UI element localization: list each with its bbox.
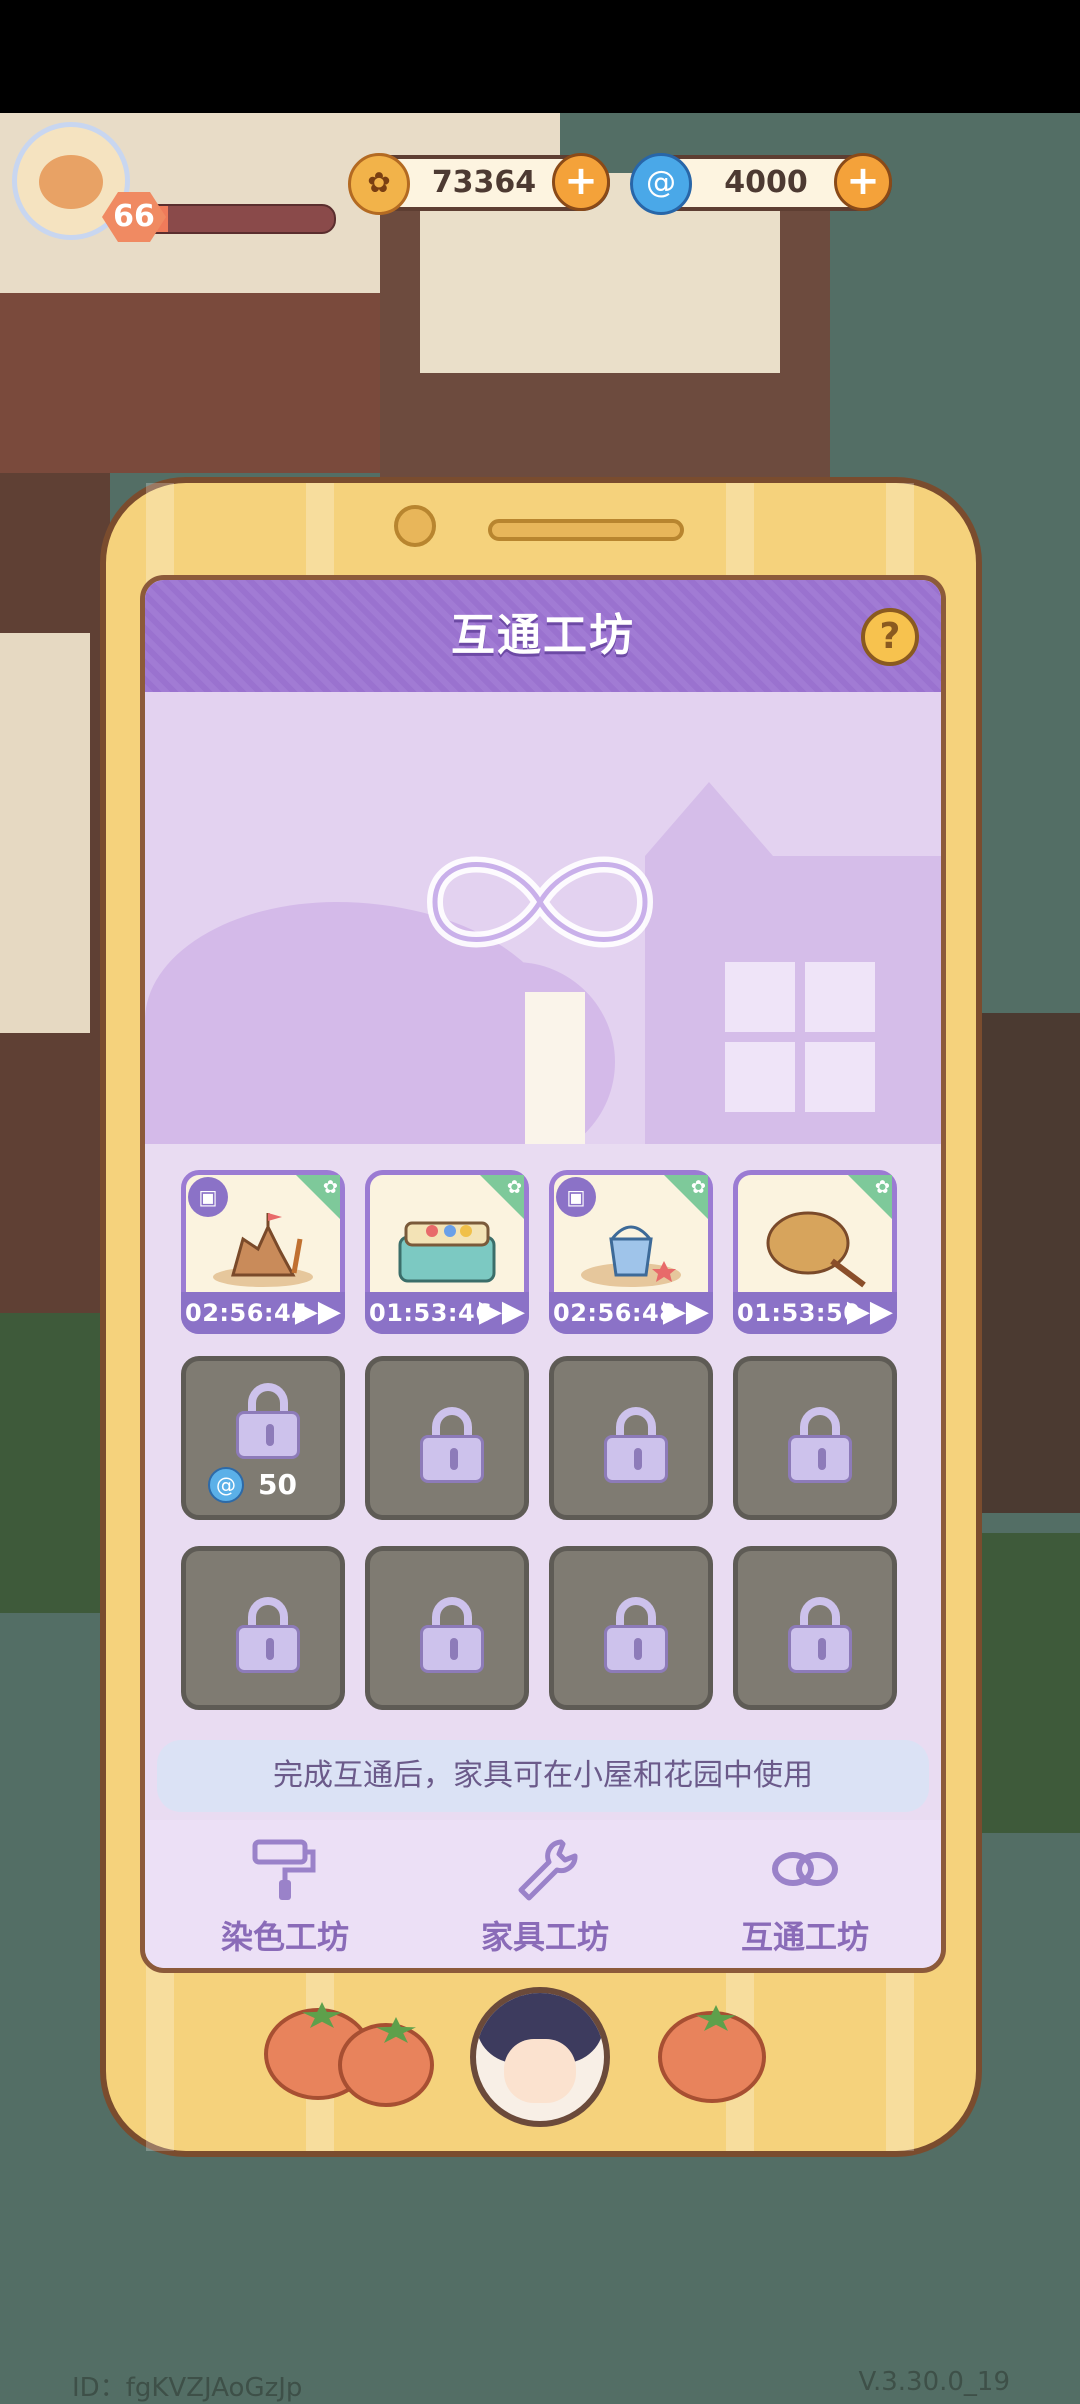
xp-bar: [152, 204, 336, 234]
locked-slot[interactable]: [733, 1546, 897, 1710]
fast-forward-icon[interactable]: ▶▶: [847, 1292, 893, 1332]
gem-value: 4000: [724, 165, 808, 200]
locked-slot[interactable]: [365, 1356, 529, 1520]
tab-furniture-workshop[interactable]: 家具工坊: [425, 1820, 665, 1968]
crafting-slot[interactable]: ✿ 01:53:50 ▶▶: [733, 1170, 897, 1334]
fast-forward-icon[interactable]: ▶▶: [295, 1292, 341, 1332]
slot-timer: 02:56:48: [553, 1299, 677, 1327]
phone-frame: 互通工坊 ? ▣ ✿ 02:56:44 ▶▶ ✿ 01:53:46 ▶▶ ▣ ✿…: [100, 477, 982, 2157]
workshop-screen: 互通工坊 ? ▣ ✿ 02:56:44 ▶▶ ✿ 01:53:46 ▶▶ ▣ ✿…: [140, 575, 946, 1973]
lock-icon: [788, 1597, 852, 1673]
coin-value: 73364: [431, 165, 537, 200]
tab-dye-workshop[interactable]: 染色工坊: [165, 1820, 405, 1968]
home-button-avatar[interactable]: [470, 1987, 610, 2127]
swirl-gem-icon: @: [208, 1467, 244, 1503]
lock-icon: [420, 1407, 484, 1483]
wrench-icon: [518, 1839, 578, 1901]
add-gems-button[interactable]: +: [834, 153, 892, 211]
app-version: V.3.30.0_19: [858, 2367, 1010, 2397]
crafting-slot[interactable]: ▣ ✿ 02:56:44 ▶▶: [181, 1170, 345, 1334]
paint-roller-icon: [252, 1839, 316, 1900]
swirl-gem-icon: @: [630, 153, 692, 215]
coin-icon: ✿: [348, 153, 410, 215]
add-coins-button[interactable]: +: [552, 153, 610, 211]
page-title: 互通工坊: [451, 610, 635, 661]
tomato-icon: [658, 2005, 766, 2103]
slot-timer: 01:53:46: [369, 1299, 493, 1327]
crafting-slot[interactable]: ✿ 01:53:46 ▶▶: [365, 1170, 529, 1334]
locked-slot[interactable]: [365, 1546, 529, 1710]
lock-icon: [604, 1597, 668, 1673]
locked-slot[interactable]: [181, 1546, 345, 1710]
fast-forward-icon[interactable]: ▶▶: [479, 1292, 525, 1332]
workshop-tab-bar: 染色工坊 家具工坊 互通工坊: [145, 1820, 941, 1968]
slot-timer: 02:56:44: [185, 1299, 309, 1327]
player-id: ID：fgKVZJAoGzJp: [72, 2373, 303, 2403]
tomato-icon: [338, 2017, 434, 2107]
workshop-header: 互通工坊 ?: [145, 580, 941, 692]
lock-icon: [420, 1597, 484, 1673]
tab-link-workshop[interactable]: 互通工坊: [685, 1820, 925, 1968]
phone-speaker: [488, 519, 684, 541]
toolbox-icon: [398, 1221, 496, 1283]
locked-slot[interactable]: [733, 1356, 897, 1520]
help-button[interactable]: ?: [861, 608, 919, 666]
slot-timer: 01:53:50: [737, 1299, 861, 1327]
link-icon: [772, 1852, 838, 1886]
lock-icon: [604, 1407, 668, 1483]
lock-icon: [236, 1597, 300, 1673]
coin-counter: ✿ 73364 +: [348, 153, 610, 215]
locked-slot-purchasable[interactable]: @ 50: [181, 1356, 345, 1520]
lock-icon: [788, 1407, 852, 1483]
lock-icon: [236, 1383, 300, 1459]
phone-camera: [394, 505, 436, 547]
window-icon: [725, 962, 875, 1112]
sandcastle-icon: [213, 1213, 313, 1287]
fan-icon: [766, 1211, 866, 1288]
sand-bucket-icon: [581, 1225, 681, 1287]
locked-slot[interactable]: [549, 1356, 713, 1520]
status-bar: [0, 0, 1080, 113]
info-note: 完成互通后，家具可在小屋和花园中使用: [157, 1740, 929, 1812]
locked-slot[interactable]: [549, 1546, 713, 1710]
fast-forward-icon[interactable]: ▶▶: [663, 1292, 709, 1332]
workshop-banner: [145, 692, 941, 1144]
gem-counter: @ 4000 +: [630, 153, 892, 215]
infinity-link-icon: [426, 856, 654, 948]
crafting-slot[interactable]: ▣ ✿ 02:56:48 ▶▶: [549, 1170, 713, 1334]
